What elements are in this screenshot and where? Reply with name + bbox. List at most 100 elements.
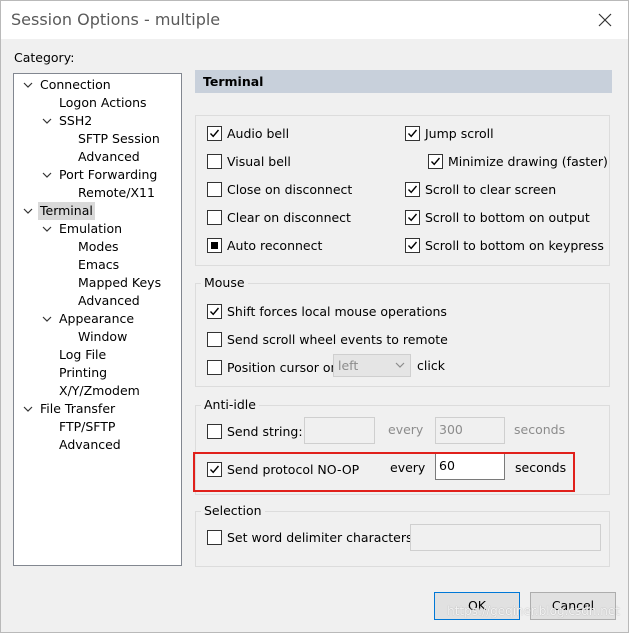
send-string-input[interactable] (304, 417, 375, 444)
chevron-down-icon[interactable] (41, 220, 53, 238)
tree-item[interactable]: Logon Actions (14, 94, 181, 112)
chevron-down-icon (395, 355, 405, 382)
checkbox-box (207, 153, 222, 169)
tree-item[interactable]: Terminal (14, 202, 181, 220)
tree-item-label: Log File (59, 347, 107, 362)
tree-item[interactable]: Mapped Keys (14, 274, 181, 292)
red-highlight-box (193, 452, 575, 492)
checkmark-icon (428, 153, 443, 169)
tree-item-label: Remote/X11 (78, 185, 155, 200)
tree-item[interactable]: SFTP Session (14, 130, 181, 148)
tree-item-label: Appearance (59, 311, 135, 326)
tree-item[interactable]: SSH2 (14, 112, 181, 130)
tree-item-label: Emulation (59, 221, 123, 236)
visual-bell-checkbox[interactable]: Visual bell (207, 152, 291, 170)
tree-item-label: File Transfer (40, 401, 116, 416)
audio-bell-checkbox[interactable]: Audio bell (207, 124, 289, 142)
watermark: https://geqiner.blog.csdn.net (447, 604, 620, 618)
word-delimiter-checkbox[interactable]: Set word delimiter characters: (207, 528, 417, 546)
section-header: Terminal (195, 70, 612, 93)
checkbox-box (207, 331, 222, 347)
clear-on-disconnect-checkbox[interactable]: Clear on disconnect (207, 208, 351, 226)
tree-item[interactable]: Advanced (14, 436, 181, 454)
close-on-disconnect-checkbox[interactable]: Close on disconnect (207, 180, 352, 198)
tree-item[interactable]: Printing (14, 364, 181, 382)
tree-item-label: Terminal (38, 202, 95, 220)
seconds-label-1: seconds (514, 422, 566, 437)
chevron-down-icon[interactable] (22, 400, 34, 418)
title-bar: Session Options - multiple (1, 1, 628, 39)
position-cursor-checkbox[interactable]: Position cursor on (207, 358, 338, 376)
send-string-interval-input[interactable]: 300 (435, 417, 505, 444)
click-label: click (417, 358, 445, 373)
tree-item[interactable]: Modes (14, 238, 181, 256)
minimize-drawing-checkbox[interactable]: Minimize drawing (faster) (428, 152, 608, 170)
clear-on-disconnect-label: Clear on disconnect (227, 209, 351, 225)
checkmark-icon (405, 125, 420, 141)
tree-item[interactable]: Connection (14, 76, 181, 94)
shift-forces-checkbox[interactable]: Shift forces local mouse operations (207, 302, 447, 320)
checkbox-indeterminate-box (207, 237, 222, 253)
scroll-clear-checkbox[interactable]: Scroll to clear screen (405, 180, 556, 198)
auto-reconnect-checkbox[interactable]: Auto reconnect (207, 236, 322, 254)
tree-item-label: SFTP Session (78, 131, 160, 146)
mouse-group-title: Mouse (201, 275, 248, 290)
scroll-bottom-output-checkbox[interactable]: Scroll to bottom on output (405, 208, 590, 226)
tree-item-label: Advanced (78, 149, 140, 164)
tree-item-label: Modes (78, 239, 119, 254)
window-title: Session Options - multiple (11, 10, 221, 29)
scroll-clear-label: Scroll to clear screen (425, 181, 557, 197)
tree-item[interactable]: Advanced (14, 148, 181, 166)
tree-item[interactable]: File Transfer (14, 400, 181, 418)
tree-item-label: SSH2 (59, 113, 93, 128)
tree-item[interactable]: Port Forwarding (14, 166, 181, 184)
checkbox-box (207, 423, 222, 439)
checkmark-icon (207, 125, 222, 141)
tree-item[interactable]: Emulation (14, 220, 181, 238)
tree-item[interactable]: Appearance (14, 310, 181, 328)
scroll-bottom-keypress-label: Scroll to bottom on keypress (425, 237, 604, 253)
visual-bell-label: Visual bell (227, 153, 291, 169)
chevron-down-icon[interactable] (41, 112, 53, 130)
checkbox-box (207, 359, 222, 375)
category-label: Category: (14, 50, 75, 65)
scroll-bottom-output-label: Scroll to bottom on output (425, 209, 590, 225)
tree-item-label: Window (78, 329, 128, 344)
position-cursor-select[interactable]: left (333, 354, 411, 377)
tree-item-label: Printing (59, 365, 108, 380)
checkmark-icon (405, 209, 420, 225)
tree-item-label: X/Y/Zmodem (59, 383, 140, 398)
chevron-down-icon[interactable] (22, 76, 34, 94)
chevron-down-icon[interactable] (41, 310, 53, 328)
tree-item[interactable]: Emacs (14, 256, 181, 274)
send-string-interval-value: 300 (439, 422, 463, 437)
minimize-drawing-label: Minimize drawing (faster) (448, 153, 608, 169)
tree-item-label: Advanced (78, 293, 140, 308)
send-string-checkbox[interactable]: Send string: (207, 422, 303, 440)
word-delimiter-input[interactable] (410, 524, 601, 551)
tree-item-label: Logon Actions (59, 95, 147, 110)
tree-item[interactable]: Advanced (14, 292, 181, 310)
send-scroll-checkbox[interactable]: Send scroll wheel events to remote (207, 330, 448, 348)
tree-item[interactable]: Window (14, 328, 181, 346)
tree-item-label: Connection (40, 77, 111, 92)
tree-item[interactable]: Remote/X11 (14, 184, 181, 202)
jump-scroll-checkbox[interactable]: Jump scroll (405, 124, 494, 142)
checkmark-icon (207, 303, 222, 319)
chevron-down-icon[interactable] (41, 166, 53, 184)
tree-item-label: FTP/SFTP (59, 419, 116, 434)
category-tree[interactable]: Connection Logon Actions SSH2 SFTP Session A… (13, 73, 182, 566)
auto-reconnect-label: Auto reconnect (227, 237, 323, 253)
close-on-disconnect-label: Close on disconnect (227, 181, 353, 197)
scroll-bottom-keypress-checkbox[interactable]: Scroll to bottom on keypress (405, 236, 604, 254)
checkmark-icon (405, 237, 420, 253)
shift-forces-label: Shift forces local mouse operations (227, 303, 447, 319)
tree-item-label: Advanced (59, 437, 121, 452)
tree-item[interactable]: X/Y/Zmodem (14, 382, 181, 400)
checkbox-box (207, 529, 222, 545)
close-button[interactable] (592, 7, 618, 33)
chevron-down-icon[interactable] (22, 202, 34, 220)
tree-item[interactable]: FTP/SFTP (14, 418, 181, 436)
word-delimiter-label: Set word delimiter characters: (227, 529, 417, 545)
tree-item[interactable]: Log File (14, 346, 181, 364)
